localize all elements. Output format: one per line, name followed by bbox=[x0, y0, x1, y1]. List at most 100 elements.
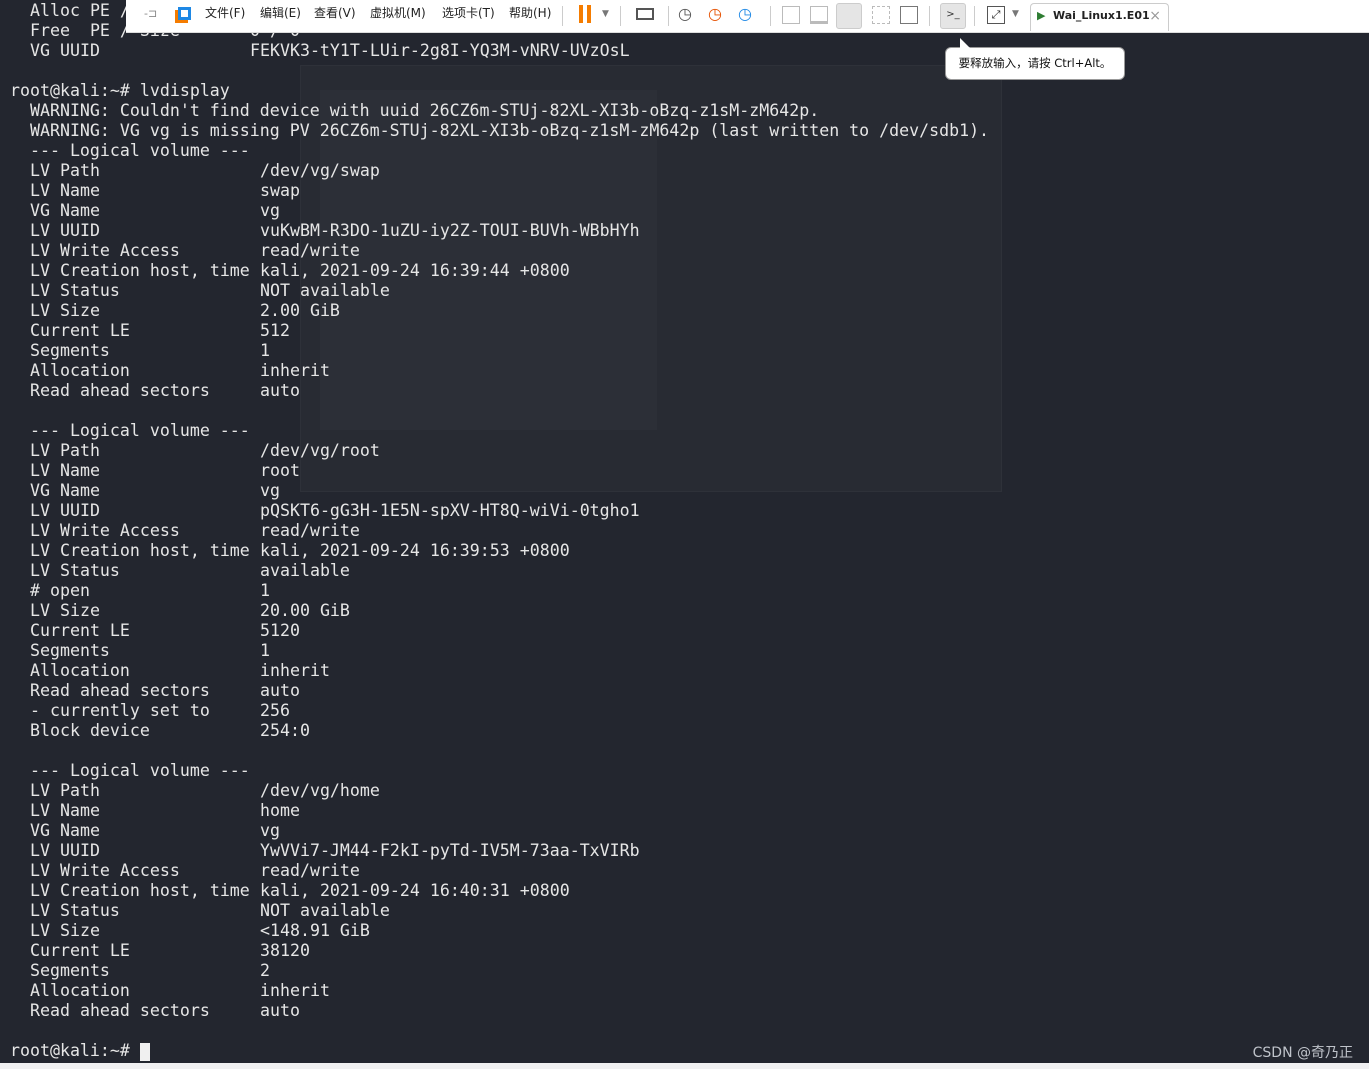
chevron-down-icon[interactable]: ▼ bbox=[602, 0, 609, 32]
warning-text: WARNING: Couldn't find device with uuid … bbox=[10, 101, 820, 120]
menu-edit[interactable]: 编辑(E) bbox=[260, 0, 301, 26]
stretch-icon[interactable]: ⤢ bbox=[987, 6, 1005, 24]
terminal-line: LV Status NOT available bbox=[0, 901, 1369, 921]
field-value: kali, 2021-09-24 16:39:53 +0800 bbox=[260, 541, 570, 560]
warning-line: WARNING: VG vg is missing PV 26CZ6m-STUj… bbox=[0, 121, 1369, 141]
field-label: LV Path bbox=[30, 781, 100, 800]
field-value: inherit bbox=[260, 661, 330, 680]
terminal-line: LV Path/dev/vg/swap bbox=[0, 161, 1369, 181]
field-label: VG Name bbox=[30, 201, 100, 220]
field-value: kali, 2021-09-24 16:39:44 +0800 bbox=[260, 261, 570, 280]
terminal-icon[interactable]: >_ bbox=[940, 3, 966, 29]
field-value: 2.00 GiB bbox=[260, 301, 340, 320]
cursor bbox=[140, 1043, 150, 1061]
pause-icon[interactable] bbox=[579, 5, 591, 23]
prompt-line: root@kali:~# bbox=[0, 1041, 1369, 1061]
snapshot-icon[interactable]: ◷ bbox=[678, 0, 692, 32]
terminal-line: - currently set to 256 bbox=[0, 701, 1369, 721]
field-value: auto bbox=[260, 1001, 300, 1020]
field-label: LV Size bbox=[30, 601, 100, 620]
field-label: Current LE bbox=[30, 621, 130, 640]
field-value: inherit bbox=[260, 361, 330, 380]
menu-file[interactable]: 文件(F) bbox=[205, 0, 245, 26]
fullscreen-icon[interactable] bbox=[836, 3, 862, 29]
library-icon[interactable] bbox=[782, 6, 800, 24]
field-label: LV Name bbox=[30, 801, 100, 820]
field-label: Current LE bbox=[30, 321, 130, 340]
volume-header-text: --- Logical volume --- bbox=[10, 761, 250, 780]
chevron-down-icon[interactable]: ▼ bbox=[1012, 0, 1019, 32]
menu-vm[interactable]: 虚拟机(M) bbox=[370, 0, 426, 26]
send-ctrl-alt-del-icon[interactable] bbox=[636, 8, 654, 20]
field-label: Allocation bbox=[30, 661, 130, 680]
terminal-output[interactable]: Alloc PE / SizeFree PE / Size0 / 0VG UUI… bbox=[0, 1, 1369, 1061]
field-label: LV Write Access bbox=[30, 241, 180, 260]
menu-view[interactable]: 查看(V) bbox=[314, 0, 356, 26]
terminal-line: Current LE 512 bbox=[0, 321, 1369, 341]
volume-header: --- Logical volume --- bbox=[0, 421, 1369, 441]
field-label: LV Status bbox=[30, 901, 120, 920]
terminal-line: LV Name root bbox=[0, 461, 1369, 481]
menu-tabs[interactable]: 选项卡(T) bbox=[442, 0, 495, 26]
terminal-line: Segments 2 bbox=[0, 961, 1369, 981]
close-tab-icon[interactable]: × bbox=[1149, 4, 1161, 28]
field-label: Block device bbox=[30, 721, 150, 740]
field-value: /dev/vg/swap bbox=[260, 161, 380, 180]
field-label: LV Creation host, time bbox=[30, 881, 250, 900]
warning-text: WARNING: VG vg is missing PV 26CZ6m-STUj… bbox=[10, 121, 990, 140]
pin-icon[interactable]: -⊐ bbox=[144, 0, 157, 32]
field-label: LV Status bbox=[30, 281, 120, 300]
field-label: LV Name bbox=[30, 461, 100, 480]
field-label: Allocation bbox=[30, 981, 130, 1000]
watermark: CSDN @奇乃正 bbox=[1252, 1045, 1353, 1061]
field-value: 20.00 GiB bbox=[260, 601, 350, 620]
terminal-line: LV Status available bbox=[0, 561, 1369, 581]
terminal-line: LV Size <148.91 GiB bbox=[0, 921, 1369, 941]
volume-header-text: --- Logical volume --- bbox=[10, 421, 250, 440]
terminal-line: Current LE 38120 bbox=[0, 941, 1369, 961]
revert-snapshot-icon[interactable]: ◷ bbox=[708, 0, 722, 32]
thumbnail-bar-icon[interactable] bbox=[810, 6, 828, 24]
unity-icon[interactable] bbox=[872, 6, 890, 24]
terminal-line: LV Size 2.00 GiB bbox=[0, 301, 1369, 321]
terminal-line: LV UUID pQSKT6-gG3H-1E5N-spXV-HT8Q-wiVi-0… bbox=[0, 501, 1369, 521]
field-label: LV UUID bbox=[30, 501, 100, 520]
field-label: LV Status bbox=[30, 561, 120, 580]
field-value: 1 bbox=[260, 341, 270, 360]
field-value: vg bbox=[260, 481, 280, 500]
field-label: LV Write Access bbox=[30, 521, 180, 540]
field-value: 5120 bbox=[260, 621, 300, 640]
field-value: kali, 2021-09-24 16:40:31 +0800 bbox=[260, 881, 570, 900]
vm-running-icon: ▶ bbox=[1037, 9, 1046, 22]
terminal-line: LV Creation host, time kali, 2021-09-24 1… bbox=[0, 881, 1369, 901]
terminal-line: VG Name vg bbox=[0, 201, 1369, 221]
field-value: read/write bbox=[260, 861, 360, 880]
field-value: auto bbox=[260, 381, 300, 400]
snapshot-manager-icon[interactable]: ◷ bbox=[738, 0, 752, 32]
field-label: LV Write Access bbox=[30, 861, 180, 880]
field-value: 1 bbox=[260, 641, 270, 660]
field-label: Segments bbox=[30, 961, 110, 980]
tab-title: Wai_Linux1.E01 bbox=[1053, 9, 1150, 22]
terminal-line: Segments 1 bbox=[0, 641, 1369, 661]
menu-help[interactable]: 帮助(H) bbox=[509, 0, 551, 26]
vmware-logo-icon bbox=[178, 7, 191, 20]
terminal-line: Read ahead sectors auto bbox=[0, 381, 1369, 401]
field-value: <148.91 GiB bbox=[260, 921, 370, 940]
terminal-line: VG UUID FEKVK3-tY1T-LUir-2g8I-YQ3M-vNRV-U… bbox=[0, 41, 1369, 61]
terminal-line: LV Status NOT available bbox=[0, 281, 1369, 301]
console-view-icon[interactable] bbox=[900, 6, 918, 24]
field-label: LV Creation host, time bbox=[30, 261, 250, 280]
terminal-line: Allocation inherit bbox=[0, 361, 1369, 381]
field-label: Segments bbox=[30, 341, 110, 360]
terminal-line: Current LE 5120 bbox=[0, 621, 1369, 641]
field-label: LV UUID bbox=[30, 221, 100, 240]
terminal-line: Read ahead sectors auto bbox=[0, 1001, 1369, 1021]
prompt-text: root@kali:~# bbox=[10, 1041, 130, 1060]
field-label: Read ahead sectors bbox=[30, 681, 210, 700]
field-label: Allocation bbox=[30, 361, 130, 380]
tab-vm[interactable]: ▶ Wai_Linux1.E01 × bbox=[1030, 3, 1169, 31]
terminal-line: LV Creation host, time kali, 2021-09-24 1… bbox=[0, 541, 1369, 561]
